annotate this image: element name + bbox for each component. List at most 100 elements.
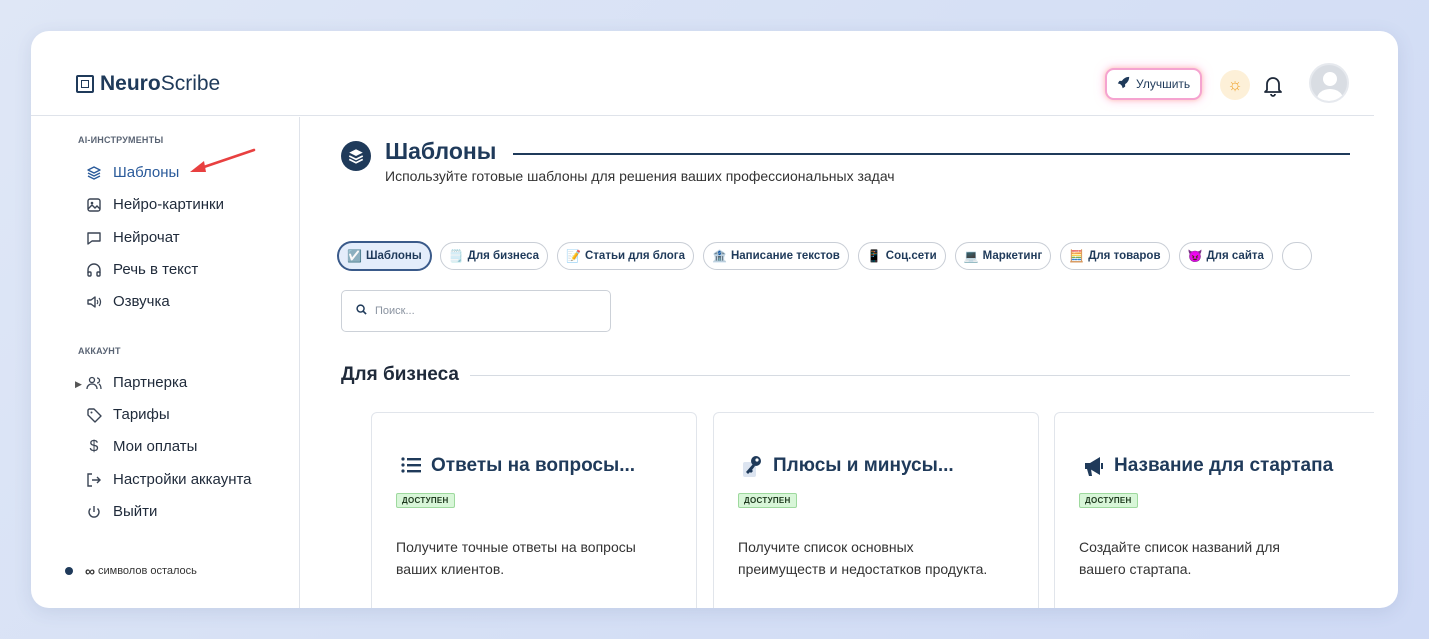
sidebar-item-voiceover[interactable]: Озвучка <box>86 293 170 310</box>
sidebar-section-account-title: АККАУНТ <box>78 346 121 356</box>
expand-caret-icon[interactable]: ▶ <box>75 379 82 390</box>
memo-icon: 📝 <box>566 249 581 263</box>
chip-label: Статьи для блога <box>585 250 685 262</box>
app-logo[interactable]: Neuro Scribe <box>76 72 220 96</box>
search-icon <box>356 302 367 320</box>
main-content: Шаблоны Используйте готовые шаблоны для … <box>301 117 1374 608</box>
template-card-pros-cons[interactable]: Плюсы и минусы... ДОСТУПЕН Получите спис… <box>713 412 1039 608</box>
laptop-icon: 💻 <box>963 249 979 263</box>
template-card-startup-name[interactable]: Название для стартапа ДОСТУПЕН Создайте … <box>1054 412 1374 608</box>
chip-label: Написание текстов <box>730 250 840 262</box>
card-title-text: Плюсы и минусы... <box>773 455 954 476</box>
users-icon <box>86 375 102 391</box>
sidebar-item-templates[interactable]: Шаблоны <box>86 164 179 181</box>
sidebar-item-label: Озвучка <box>113 293 170 310</box>
chip-text-writing[interactable]: 🏦 Написание текстов <box>703 242 849 270</box>
chip-marketing[interactable]: 💻 Маркетинг <box>954 242 1052 270</box>
status-dot <box>65 567 73 575</box>
sidebar-item-label: Мои оплаты <box>113 438 198 455</box>
tag-icon <box>86 407 102 423</box>
speaker-icon <box>86 294 102 310</box>
chip-label: Для бизнеса <box>467 250 540 262</box>
logo-rest-text: Scribe <box>160 72 221 95</box>
list-icon <box>399 453 423 479</box>
sidebar-item-tariffs[interactable]: Тарифы <box>86 406 170 423</box>
upgrade-label: Улучшить <box>1136 77 1191 91</box>
phone-icon: 📱 <box>866 249 882 263</box>
sidebar-section-tools-title: AI-ИНСТРУМЕНТЫ <box>78 135 164 145</box>
status-badge: ДОСТУПЕН <box>396 493 455 508</box>
sidebar-item-neuro-chat[interactable]: Нейрочат <box>86 229 180 246</box>
card-description: Создайте список названий для вашего стар… <box>1079 539 1280 577</box>
sidebar-item-speech-to-text[interactable]: Речь в текст <box>86 261 198 278</box>
status-badge: ДОСТУПЕН <box>738 493 797 508</box>
top-bar: Neuro Scribe Улучшить ☼ <box>31 31 1374 116</box>
status-badge: ДОСТУПЕН <box>1079 493 1138 508</box>
chip-more[interactable] <box>1281 242 1312 270</box>
sidebar-item-label: Выйти <box>113 503 158 520</box>
infinity-symbol: ∞ <box>85 563 95 579</box>
rocket-icon <box>1117 76 1130 92</box>
checkbox-icon: ☑️ <box>347 249 362 263</box>
card-title-text: Название для стартапа <box>1114 455 1334 476</box>
chip-business[interactable]: 🗒️ Для бизнеса <box>439 242 549 270</box>
bank-icon: 🏦 <box>712 249 727 263</box>
title-divider <box>513 153 1350 155</box>
bell-icon[interactable] <box>1261 73 1285 99</box>
card-title: Название для стартапа <box>1082 453 1333 479</box>
sidebar-item-label: Нейро-картинки <box>113 196 224 213</box>
power-icon <box>86 504 102 520</box>
app-window: Neuro Scribe Улучшить ☼ AI-ИНСТРУМЕНТЫ Ша… <box>31 31 1398 608</box>
chip-social[interactable]: 📱 Соц.сети <box>857 242 946 270</box>
sidebar-item-label: Настройки аккаунта <box>113 471 252 488</box>
page-title: Шаблоны <box>385 138 497 164</box>
category-chips: ☑️ Шаблоны 🗒️ Для бизнеса 📝 Статьи для блог… <box>338 242 1374 270</box>
logout-arrow-icon <box>86 472 102 488</box>
sidebar-item-label: Партнерка <box>113 374 188 391</box>
chip-website[interactable]: 😈 Для сайта <box>1178 242 1273 270</box>
layers-icon <box>86 165 102 181</box>
search-input[interactable] <box>375 305 595 317</box>
chat-icon <box>86 230 102 246</box>
sidebar-item-label: Тарифы <box>113 406 170 423</box>
sidebar-item-label: Речь в текст <box>113 261 199 278</box>
dollar-icon: $ <box>89 437 99 455</box>
chip-blog-articles[interactable]: 📝 Статьи для блога <box>557 242 694 270</box>
card-description: Получите список основных преимуществ и н… <box>738 539 988 577</box>
sidebar-item-partner[interactable]: Партнерка <box>86 374 187 391</box>
template-card-qa[interactable]: Ответы на вопросы... ДОСТУПЕН Получите т… <box>371 412 697 608</box>
sidebar-item-account-settings[interactable]: Настройки аккаунта <box>86 471 252 488</box>
headphones-icon <box>86 262 102 278</box>
devil-icon: 😈 <box>1187 249 1203 263</box>
chip-label: Шаблоны <box>365 250 422 262</box>
megaphone-icon <box>1082 453 1106 479</box>
section-heading: Для бизнеса <box>341 364 459 385</box>
layers-icon <box>341 141 371 171</box>
symbols-remaining-label: символов осталось <box>97 565 197 577</box>
theme-toggle-sun-icon[interactable]: ☼ <box>1220 70 1250 100</box>
chip-label: Маркетинг <box>982 250 1043 262</box>
page-subtitle: Используйте готовые шаблоны для решения … <box>385 168 895 184</box>
chip-label: Соц.сети <box>885 250 937 262</box>
abacus-icon: 🧮 <box>1069 249 1085 263</box>
sidebar-item-neuro-images[interactable]: Нейро-картинки <box>86 196 224 213</box>
user-avatar[interactable] <box>1309 63 1349 103</box>
chip-label: Для товаров <box>1088 250 1161 262</box>
search-box <box>341 290 611 332</box>
chip-products[interactable]: 🧮 Для товаров <box>1060 242 1170 270</box>
image-icon <box>86 197 102 213</box>
logo-icon <box>76 75 94 93</box>
upgrade-button[interactable]: Улучшить <box>1105 68 1203 100</box>
card-title: Ответы на вопросы... <box>399 453 635 479</box>
notepad-icon: 🗒️ <box>448 249 464 263</box>
card-title-text: Ответы на вопросы... <box>431 455 636 476</box>
sidebar-item-my-payments[interactable]: $ Мои оплаты <box>86 437 198 456</box>
sidebar-item-label: Нейрочат <box>113 229 180 246</box>
chip-templates[interactable]: ☑️ Шаблоны <box>338 242 431 270</box>
key-icon <box>741 453 765 479</box>
sidebar-item-logout[interactable]: Выйти <box>86 503 157 520</box>
symbols-remaining: ∞ символов осталось <box>65 563 197 579</box>
card-description: Получите точные ответы на вопросы ваших … <box>396 539 636 577</box>
chip-label: Для сайта <box>1206 250 1264 262</box>
logo-bold-text: Neuro <box>100 72 161 95</box>
